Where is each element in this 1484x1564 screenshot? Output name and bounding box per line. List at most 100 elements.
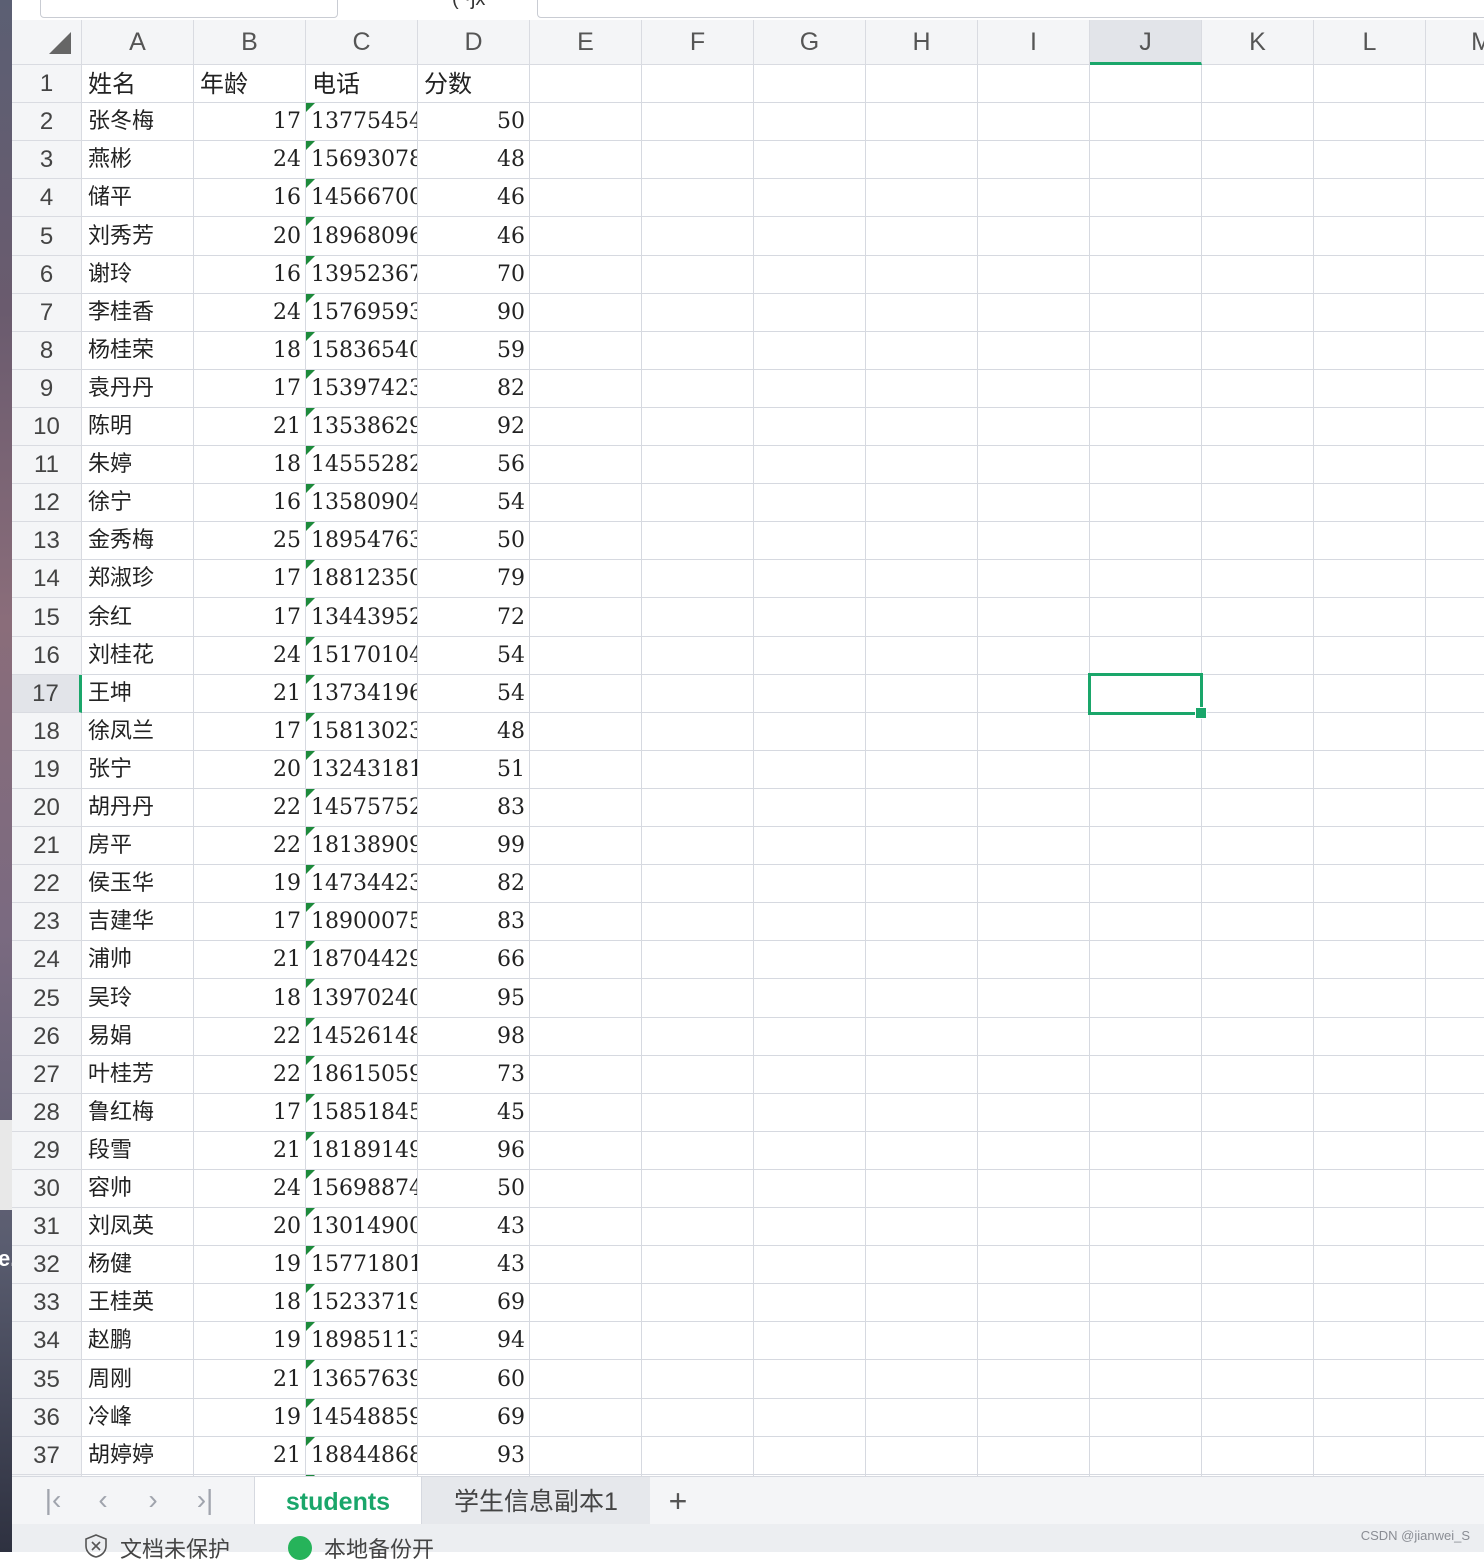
empty-cell[interactable] bbox=[866, 865, 978, 903]
empty-cell[interactable] bbox=[1314, 217, 1426, 256]
row-header[interactable]: 33 bbox=[12, 1284, 82, 1322]
empty-cell[interactable] bbox=[1202, 256, 1314, 294]
empty-cell[interactable] bbox=[866, 713, 978, 751]
row-header[interactable]: 35 bbox=[12, 1360, 82, 1399]
row-header[interactable]: 15 bbox=[12, 598, 82, 637]
empty-cell[interactable] bbox=[1202, 637, 1314, 675]
empty-cell[interactable] bbox=[978, 103, 1090, 141]
empty-cell[interactable] bbox=[754, 294, 866, 332]
empty-cell[interactable] bbox=[1090, 598, 1202, 637]
empty-cell[interactable] bbox=[978, 827, 1090, 865]
empty-cell[interactable] bbox=[1202, 179, 1314, 217]
data-cell[interactable]: 46 bbox=[418, 179, 530, 217]
data-cell[interactable]: 张宁 bbox=[82, 751, 194, 789]
data-cell[interactable]: 叶桂芳 bbox=[82, 1056, 194, 1094]
empty-cell[interactable] bbox=[642, 1437, 754, 1475]
empty-cell[interactable] bbox=[1314, 560, 1426, 598]
empty-cell[interactable] bbox=[978, 598, 1090, 637]
data-cell[interactable]: 158518451 bbox=[306, 1094, 418, 1132]
data-cell[interactable]: 17 bbox=[194, 713, 306, 751]
empty-cell[interactable] bbox=[978, 522, 1090, 560]
empty-cell[interactable] bbox=[1426, 1056, 1484, 1094]
header-cell[interactable]: 电话 bbox=[306, 65, 418, 103]
empty-cell[interactable] bbox=[1314, 637, 1426, 675]
empty-cell[interactable] bbox=[1202, 294, 1314, 332]
row-header[interactable]: 29 bbox=[12, 1132, 82, 1170]
empty-cell[interactable] bbox=[530, 1284, 642, 1322]
row-header[interactable]: 21 bbox=[12, 827, 82, 865]
empty-cell[interactable] bbox=[530, 941, 642, 979]
data-cell[interactable]: 145552825 bbox=[306, 446, 418, 484]
data-cell[interactable]: 21 bbox=[194, 941, 306, 979]
empty-cell[interactable] bbox=[642, 65, 754, 103]
empty-cell[interactable] bbox=[530, 1056, 642, 1094]
empty-cell[interactable] bbox=[754, 332, 866, 370]
row-header[interactable]: 24 bbox=[12, 941, 82, 979]
empty-cell[interactable] bbox=[754, 598, 866, 637]
empty-cell[interactable] bbox=[1426, 65, 1484, 103]
empty-cell[interactable] bbox=[1426, 903, 1484, 941]
data-cell[interactable]: 王坤 bbox=[82, 675, 194, 713]
row-header[interactable]: 13 bbox=[12, 522, 82, 560]
empty-cell[interactable] bbox=[978, 408, 1090, 446]
data-cell[interactable]: 147344232 bbox=[306, 865, 418, 903]
data-cell[interactable]: 17 bbox=[194, 598, 306, 637]
empty-cell[interactable] bbox=[642, 179, 754, 217]
data-cell[interactable]: 金秀梅 bbox=[82, 522, 194, 560]
data-cell[interactable]: 189547639 bbox=[306, 522, 418, 560]
empty-cell[interactable] bbox=[1426, 1246, 1484, 1284]
empty-cell[interactable] bbox=[1314, 598, 1426, 637]
empty-cell[interactable] bbox=[1314, 332, 1426, 370]
empty-cell[interactable] bbox=[530, 1246, 642, 1284]
empty-cell[interactable] bbox=[1426, 713, 1484, 751]
data-cell[interactable]: 132431813 bbox=[306, 751, 418, 789]
empty-cell[interactable] bbox=[1202, 903, 1314, 941]
data-cell[interactable]: 鲁红梅 bbox=[82, 1094, 194, 1132]
data-cell[interactable]: 99 bbox=[418, 827, 530, 865]
row-header[interactable]: 1 bbox=[12, 65, 82, 103]
data-cell[interactable]: 24 bbox=[194, 294, 306, 332]
data-cell[interactable]: 73 bbox=[418, 1056, 530, 1094]
empty-cell[interactable] bbox=[1426, 1360, 1484, 1399]
empty-cell[interactable] bbox=[1090, 1208, 1202, 1246]
data-cell[interactable]: 139523679 bbox=[306, 256, 418, 294]
empty-cell[interactable] bbox=[530, 65, 642, 103]
prev-sheet-icon[interactable]: ‹ bbox=[88, 1485, 118, 1515]
empty-cell[interactable] bbox=[642, 103, 754, 141]
data-cell[interactable]: 20 bbox=[194, 217, 306, 256]
empty-cell[interactable] bbox=[1314, 446, 1426, 484]
empty-cell[interactable] bbox=[866, 1246, 978, 1284]
empty-cell[interactable] bbox=[530, 1018, 642, 1056]
empty-cell[interactable] bbox=[1090, 332, 1202, 370]
empty-cell[interactable] bbox=[1202, 675, 1314, 713]
empty-cell[interactable] bbox=[754, 1056, 866, 1094]
empty-cell[interactable] bbox=[1426, 446, 1484, 484]
empty-cell[interactable] bbox=[1314, 1399, 1426, 1437]
data-cell[interactable]: 房平 bbox=[82, 827, 194, 865]
empty-cell[interactable] bbox=[1426, 141, 1484, 179]
data-cell[interactable]: 134439524 bbox=[306, 598, 418, 637]
empty-cell[interactable] bbox=[1090, 1399, 1202, 1437]
empty-cell[interactable] bbox=[1426, 217, 1484, 256]
data-cell[interactable]: 17 bbox=[194, 103, 306, 141]
data-cell[interactable]: 刘秀芳 bbox=[82, 217, 194, 256]
empty-cell[interactable] bbox=[1090, 179, 1202, 217]
row-header[interactable]: 11 bbox=[12, 446, 82, 484]
empty-cell[interactable] bbox=[866, 637, 978, 675]
column-header-g[interactable]: G bbox=[754, 20, 866, 65]
row-header[interactable]: 14 bbox=[12, 560, 82, 598]
empty-cell[interactable] bbox=[642, 979, 754, 1018]
last-sheet-icon[interactable]: ›| bbox=[190, 1485, 220, 1515]
empty-cell[interactable] bbox=[866, 65, 978, 103]
empty-cell[interactable] bbox=[642, 1208, 754, 1246]
empty-cell[interactable] bbox=[642, 370, 754, 408]
row-header[interactable]: 37 bbox=[12, 1437, 82, 1475]
data-cell[interactable]: 51 bbox=[418, 751, 530, 789]
empty-cell[interactable] bbox=[1202, 141, 1314, 179]
data-cell[interactable]: 79 bbox=[418, 560, 530, 598]
data-cell[interactable]: 83 bbox=[418, 789, 530, 827]
name-box[interactable] bbox=[40, 0, 338, 18]
data-cell[interactable]: 82 bbox=[418, 865, 530, 903]
empty-cell[interactable] bbox=[866, 370, 978, 408]
data-cell[interactable]: 153974230 bbox=[306, 370, 418, 408]
